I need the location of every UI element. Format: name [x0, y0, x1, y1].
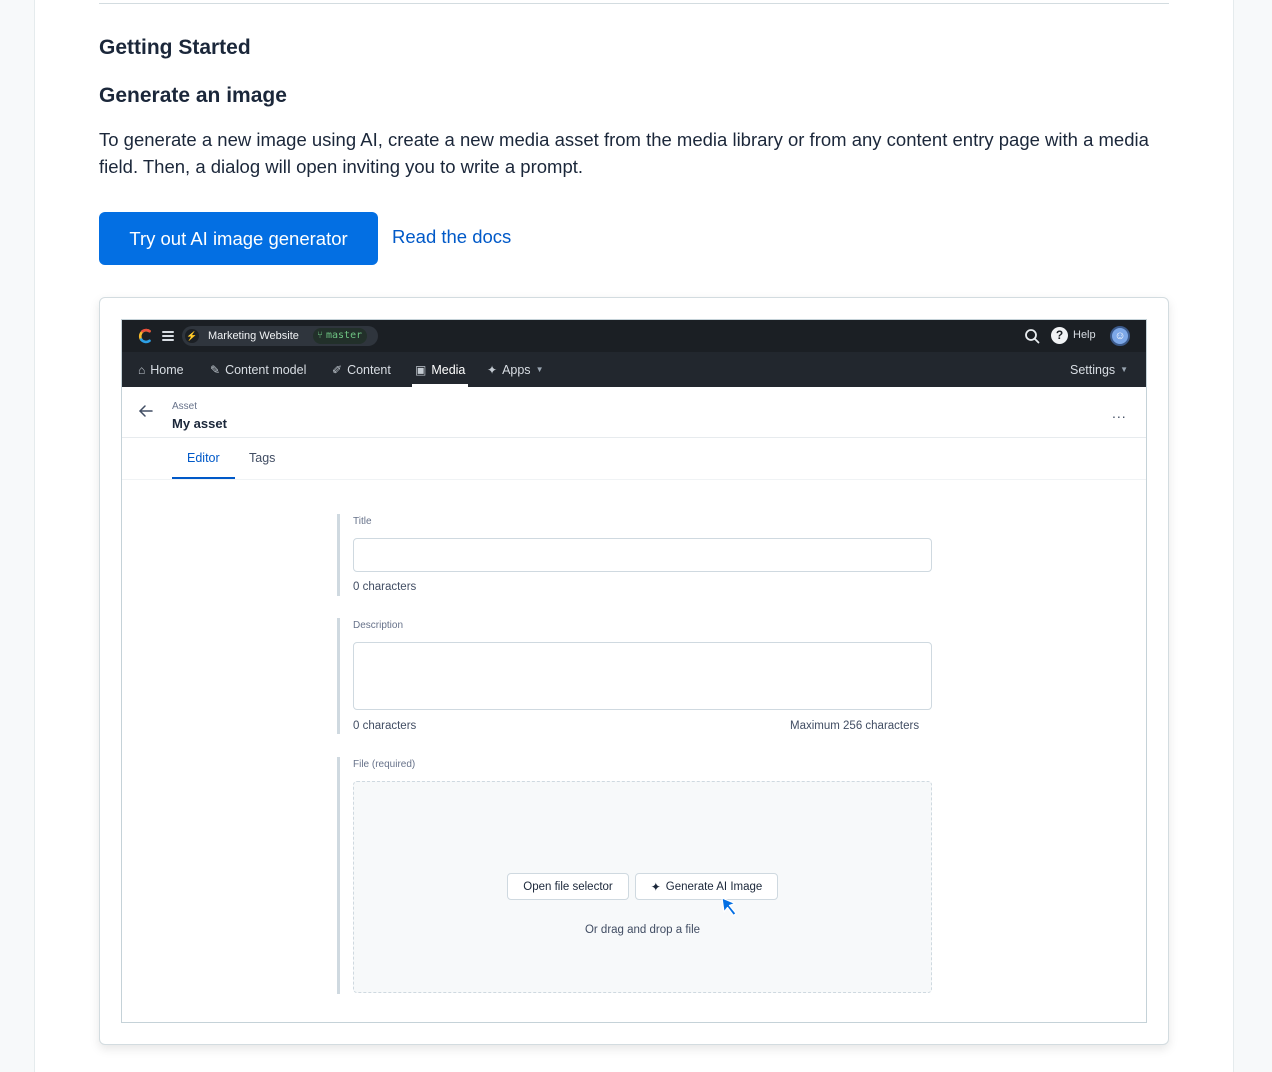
help-label[interactable]: Help — [1073, 329, 1096, 341]
nav-item-home[interactable]: ⌂ Home — [138, 352, 184, 387]
nav-item-label: Home — [150, 362, 184, 377]
asset-header: Asset My asset ... — [122, 387, 1146, 438]
pen-icon: ✐ — [332, 362, 343, 377]
asset-title: My asset — [172, 416, 227, 431]
chevron-down-icon: ▼ — [1120, 365, 1129, 374]
nav-item-content-model[interactable]: ✎ Content model — [210, 352, 306, 387]
chevron-down-icon: ▼ — [535, 365, 544, 374]
section-title: Getting Started — [99, 36, 251, 59]
environment-badge: ⑂ master — [313, 328, 368, 344]
more-options-icon[interactable]: ... — [1112, 405, 1127, 421]
file-field-label: File (required) — [353, 759, 416, 770]
menu-icon[interactable] — [162, 331, 174, 341]
app-nav: ⌂ Home ✎ Content model ✐ Content ▣ Media… — [122, 352, 1146, 387]
generate-ai-image-button[interactable]: ✦ Generate AI Image — [635, 873, 778, 900]
help-icon[interactable]: ? — [1051, 327, 1068, 344]
try-ai-image-generator-button[interactable]: Try out AI image generator — [99, 212, 378, 265]
field-rule — [337, 757, 340, 994]
nav-item-media[interactable]: ▣ Media — [415, 352, 465, 387]
tabs: Editor Tags — [122, 438, 1146, 480]
space-switcher[interactable]: ⚡ Marketing Website ⑂ master — [182, 326, 378, 346]
bolt-icon: ⚡ — [185, 329, 199, 343]
wrench-icon: ✎ — [210, 362, 221, 377]
settings-menu[interactable]: Settings ▼ — [1070, 352, 1128, 387]
tab-editor[interactable]: Editor — [187, 451, 220, 465]
field-rule — [337, 618, 340, 734]
subsection-title: Generate an image — [99, 84, 287, 107]
cursor-arrow-icon — [721, 897, 737, 917]
drop-hint: Or drag and drop a file — [584, 924, 701, 936]
nav-item-label: Content model — [225, 362, 307, 377]
app-screenshot: ⚡ Marketing Website ⑂ master ? Help ☺ ⌂ … — [121, 319, 1147, 1023]
open-file-selector-button[interactable]: Open file selector — [507, 873, 629, 900]
space-name: Marketing Website — [208, 330, 299, 342]
title-char-count: 0 characters — [353, 581, 417, 593]
asset-kicker: Asset — [172, 401, 198, 412]
active-tab-indicator — [172, 477, 235, 479]
description-field-label: Description — [353, 620, 404, 631]
read-the-docs-link[interactable]: Read the docs — [392, 226, 511, 248]
avatar[interactable]: ☺ — [1110, 326, 1130, 346]
description-max-hint: Maximum 256 characters — [790, 720, 920, 732]
puzzle-icon: ✦ — [487, 362, 498, 377]
app-topbar: ⚡ Marketing Website ⑂ master ? Help ☺ — [122, 320, 1146, 352]
sparkle-icon: ✦ — [650, 879, 661, 894]
intro-paragraph: To generate a new image using AI, create… — [99, 129, 1149, 177]
title-input[interactable] — [353, 538, 932, 572]
back-arrow-icon[interactable] — [138, 403, 154, 419]
search-icon[interactable] — [1024, 328, 1040, 344]
environment-name: master — [326, 330, 363, 341]
field-rule — [337, 514, 340, 596]
description-char-count: 0 characters — [353, 720, 417, 732]
title-field-label: Title — [353, 516, 372, 527]
contentful-logo-icon — [138, 328, 151, 344]
branch-icon: ⑂ — [317, 330, 323, 341]
home-icon: ⌂ — [138, 362, 146, 377]
nav-item-content[interactable]: ✐ Content — [332, 352, 391, 387]
generate-ai-image-label: Generate AI Image — [665, 880, 763, 893]
settings-label: Settings — [1070, 362, 1116, 377]
nav-item-label: Content — [347, 362, 391, 377]
tab-tags[interactable]: Tags — [249, 451, 275, 465]
description-input[interactable] — [353, 642, 932, 710]
nav-item-label: Media — [431, 362, 466, 377]
image-icon: ▣ — [415, 362, 427, 377]
nav-item-label: Apps — [502, 362, 531, 377]
divider — [99, 3, 1169, 4]
nav-item-apps[interactable]: ✦ Apps ▼ — [487, 352, 543, 387]
